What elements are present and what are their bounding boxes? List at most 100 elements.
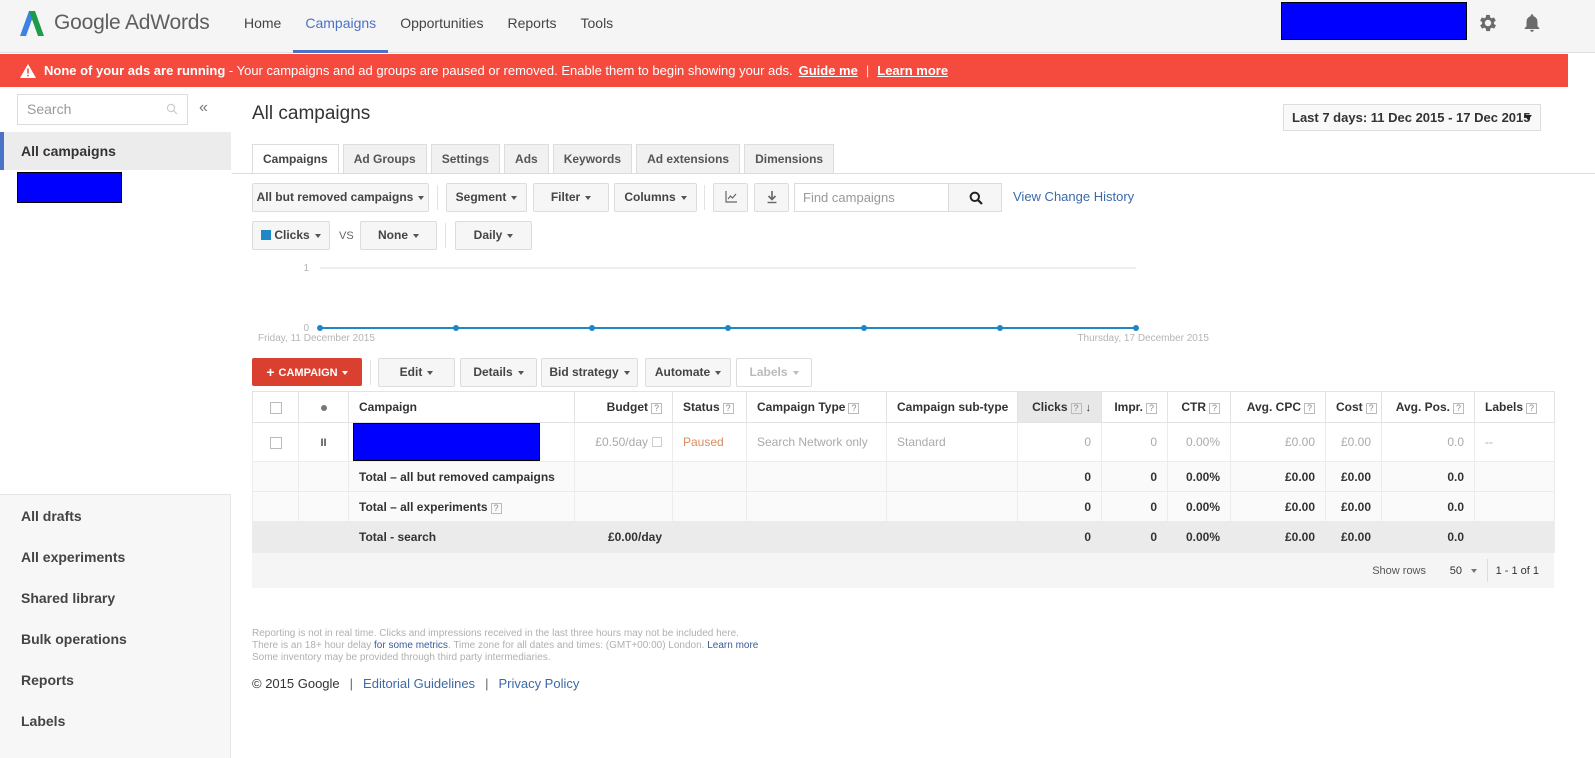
- sidebar-item-labels[interactable]: Labels: [0, 701, 231, 742]
- collapse-sidebar-button[interactable]: «: [199, 99, 208, 117]
- filter-dropdown[interactable]: Filter: [533, 183, 609, 212]
- row-checkbox[interactable]: [269, 436, 282, 449]
- status-cell[interactable]: Paused: [672, 422, 747, 462]
- data-point[interactable]: [997, 325, 1003, 331]
- nav-tools[interactable]: Tools: [569, 0, 626, 53]
- guide-me-link[interactable]: Guide me: [799, 54, 858, 87]
- data-point[interactable]: [589, 325, 595, 331]
- help-icon[interactable]: ?: [1304, 403, 1315, 414]
- sidebar-tree: Search « All campaigns: [0, 87, 231, 495]
- edit-budget-icon[interactable]: [652, 437, 662, 447]
- sidebar-item-reports[interactable]: Reports: [0, 660, 231, 701]
- bell-icon[interactable]: [1521, 12, 1543, 34]
- caret-down-icon: [341, 371, 348, 376]
- help-icon[interactable]: ?: [848, 403, 860, 414]
- status-column-header[interactable]: [298, 391, 349, 423]
- help-icon[interactable]: ?: [1070, 403, 1082, 414]
- tab-settings[interactable]: Settings: [430, 144, 501, 173]
- sidebar-item-all-experiments[interactable]: All experiments: [0, 537, 231, 578]
- date-range-selector[interactable]: Last 7 days: 11 Dec 2015 - 17 Dec 2015: [1283, 104, 1541, 131]
- help-icon[interactable]: ?: [722, 403, 734, 414]
- metric2-dropdown[interactable]: None: [360, 221, 437, 250]
- column-header-clicks[interactable]: Clicks? ↓: [1017, 391, 1102, 423]
- details-dropdown[interactable]: Details: [460, 358, 537, 387]
- notes-learn-more-link[interactable]: Learn more: [707, 640, 758, 651]
- column-header-ctr[interactable]: CTR?: [1167, 391, 1231, 423]
- paused-icon[interactable]: II: [320, 437, 326, 449]
- account-selector-redacted[interactable]: [1281, 2, 1467, 40]
- rows-per-page-value[interactable]: 50: [1450, 565, 1462, 577]
- help-icon[interactable]: ?: [1526, 403, 1538, 414]
- nav-reports[interactable]: Reports: [495, 0, 568, 53]
- tab-keywords[interactable]: Keywords: [552, 144, 633, 173]
- segment-dropdown[interactable]: Segment: [446, 183, 527, 212]
- bid-strategy-dropdown[interactable]: Bid strategy: [541, 358, 638, 387]
- help-icon[interactable]: ?: [1453, 403, 1464, 414]
- data-point[interactable]: [453, 325, 459, 331]
- nav-campaigns[interactable]: Campaigns: [293, 0, 389, 53]
- some-metrics-link[interactable]: for some metrics: [374, 640, 448, 651]
- help-icon[interactable]: ?: [1146, 403, 1157, 414]
- select-all-checkbox[interactable]: [269, 401, 282, 414]
- automate-dropdown[interactable]: Automate: [645, 358, 731, 387]
- edit-dropdown[interactable]: Edit: [378, 358, 455, 387]
- labels-cell: --: [1474, 422, 1555, 462]
- column-header-avg-pos[interactable]: Avg. Pos.?: [1381, 391, 1475, 423]
- columns-dropdown[interactable]: Columns: [614, 183, 697, 212]
- tab-ad-extensions[interactable]: Ad extensions: [636, 144, 741, 173]
- data-point[interactable]: [317, 325, 323, 331]
- data-point[interactable]: [725, 325, 731, 331]
- tab-campaigns[interactable]: Campaigns: [252, 144, 339, 174]
- gear-icon[interactable]: [1477, 12, 1499, 34]
- total-impressions: 0: [1101, 521, 1168, 553]
- sidebar-campaign-redacted[interactable]: [17, 172, 122, 203]
- sidebar-item-all-drafts[interactable]: All drafts: [0, 496, 231, 537]
- help-icon[interactable]: ?: [651, 403, 662, 414]
- tab-dimensions[interactable]: Dimensions: [744, 144, 835, 173]
- column-header-avg-cpc[interactable]: Avg. CPC?: [1230, 391, 1326, 423]
- privacy-policy-link[interactable]: Privacy Policy: [498, 676, 579, 691]
- editorial-guidelines-link[interactable]: Editorial Guidelines: [363, 676, 475, 691]
- help-icon[interactable]: ?: [1365, 403, 1377, 414]
- sidebar-search-input[interactable]: Search: [17, 94, 188, 125]
- view-change-history-link[interactable]: View Change History: [1013, 189, 1134, 204]
- tab-ads[interactable]: Ads: [504, 144, 549, 173]
- data-point[interactable]: [1133, 325, 1139, 331]
- tab-ad-groups[interactable]: Ad Groups: [342, 144, 427, 173]
- data-point[interactable]: [861, 325, 867, 331]
- rows-per-page-caret-icon[interactable]: [1471, 569, 1477, 573]
- metric-color-swatch: [261, 230, 272, 240]
- download-button[interactable]: [754, 183, 789, 212]
- note-text: There is an 18+ hour delay: [252, 640, 375, 651]
- alert-separator: |: [865, 63, 870, 78]
- column-header-cost[interactable]: Cost?: [1325, 391, 1382, 423]
- column-header-campaign-subtype[interactable]: Campaign sub-type: [886, 391, 1018, 423]
- column-header-campaign[interactable]: Campaign: [348, 391, 575, 423]
- add-campaign-button[interactable]: + CAMPAIGN: [252, 358, 362, 386]
- sidebar-item-all-campaigns[interactable]: All campaigns: [0, 132, 231, 170]
- column-header-campaign-type[interactable]: Campaign Type?: [746, 391, 887, 423]
- campaign-name-redacted[interactable]: [353, 423, 540, 461]
- column-header-budget[interactable]: Budget?: [574, 391, 673, 423]
- campaign-filter-dropdown[interactable]: All but removed campaigns: [252, 183, 429, 212]
- learn-more-link[interactable]: Learn more: [877, 54, 948, 87]
- metric1-dropdown[interactable]: Clicks: [252, 221, 330, 250]
- nav-opportunities[interactable]: Opportunities: [388, 0, 495, 53]
- sidebar-item-shared-library[interactable]: Shared library: [0, 578, 231, 619]
- column-header-status[interactable]: Status?: [672, 391, 747, 423]
- help-icon[interactable]: ?: [490, 502, 502, 514]
- toggle-chart-button[interactable]: [713, 183, 748, 212]
- adwords-logo[interactable]: Google AdWords: [16, 9, 210, 37]
- metric2-label: None: [378, 228, 408, 242]
- help-icon[interactable]: ?: [1209, 403, 1220, 414]
- total-ctr: 0.00%: [1167, 461, 1231, 492]
- find-campaigns-input[interactable]: Find campaigns: [794, 183, 949, 212]
- nav-home[interactable]: Home: [232, 0, 293, 53]
- details-label: Details: [473, 365, 513, 379]
- column-header-impressions[interactable]: Impr.?: [1101, 391, 1168, 423]
- find-campaigns-search-button[interactable]: [948, 183, 1002, 212]
- column-header-labels[interactable]: Labels?: [1474, 391, 1555, 423]
- top-bar: Google AdWords Home Campaigns Opportunit…: [0, 0, 1595, 53]
- granularity-dropdown[interactable]: Daily: [455, 221, 532, 250]
- sidebar-item-bulk-operations[interactable]: Bulk operations: [0, 619, 231, 660]
